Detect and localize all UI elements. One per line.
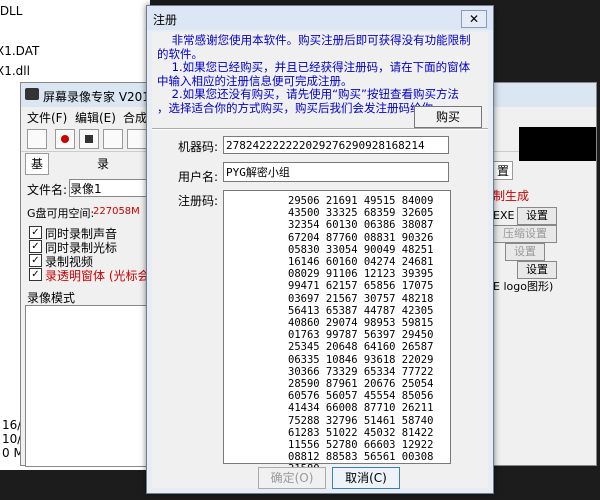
- register-dialog: 注册 ✕ 非常感谢您使用本软件。购买注册后即可获得没有功能限制 的软件。 1.如…: [146, 5, 494, 494]
- record-mode-list[interactable]: [25, 305, 152, 467]
- open-icon[interactable]: [27, 129, 47, 149]
- regcode-text: 29506 21691 49515 84009 43500 33325 6835…: [288, 195, 434, 475]
- settings-button-3[interactable]: 设置: [517, 261, 557, 279]
- record-audio-checkbox[interactable]: ✓: [29, 226, 42, 239]
- generate-label: 制生成: [493, 189, 530, 203]
- file-date-fragment: 10/: [2, 432, 22, 446]
- record-transparent-checkbox[interactable]: ✓: [29, 268, 42, 281]
- logo-label: E logo图形): [493, 280, 554, 293]
- username-field[interactable]: PYG解密小组: [223, 162, 449, 182]
- menu-file[interactable]: 文件(F): [27, 109, 67, 126]
- record-mode-label: 录像模式: [27, 291, 76, 305]
- registration-notice: 非常感谢您使用本软件。购买注册后即可获得没有功能限制 的软件。 1.如果您已经购…: [157, 33, 471, 115]
- dialog-body: 非常感谢您使用本软件。购买注册后即可获得没有功能限制 的软件。 1.如果您已经购…: [152, 32, 488, 489]
- record-transparent-label: 录透明窗体 (光标会闪: [45, 269, 162, 283]
- machine-code-field[interactable]: 278242222222029276290928168214: [223, 136, 449, 154]
- file-date-fragment: 16/: [2, 418, 22, 432]
- menu-edit[interactable]: 编辑(E): [75, 109, 116, 126]
- disk-space-label: G盘可用空间:: [27, 207, 95, 220]
- dialog-titlebar: 注册 ✕: [147, 6, 493, 30]
- right-tab[interactable]: 置: [493, 161, 514, 180]
- file-item[interactable]: .DLL: [0, 4, 22, 18]
- cancel-button[interactable]: 取消(C): [332, 467, 400, 489]
- buy-button[interactable]: 购买: [414, 106, 482, 128]
- exe-settings-button[interactable]: 设置: [517, 207, 557, 225]
- right-settings-panel: 置 制生成 EXE 设置 压缩设置 设置 设置 E logo图形): [491, 161, 596, 461]
- record-cursor-checkbox[interactable]: ✓: [29, 240, 42, 253]
- tab-record-target[interactable]: 录制目标: [91, 153, 116, 231]
- filename-input[interactable]: 录像1: [69, 179, 151, 197]
- exe-label: EXE: [493, 209, 515, 222]
- ok-button[interactable]: 确定(O): [258, 467, 326, 489]
- file-item[interactable]: X1.dll: [0, 64, 30, 78]
- tab-basic-settings[interactable]: 基本设置: [25, 153, 50, 231]
- record-icon[interactable]: [55, 129, 75, 149]
- toolbar-icon[interactable]: [103, 129, 123, 149]
- divider: [152, 128, 488, 130]
- stop-icon[interactable]: [79, 129, 99, 149]
- record-video-checkbox[interactable]: ✓: [29, 254, 42, 267]
- username-label: 用户名:: [178, 170, 219, 184]
- file-item[interactable]: X1.DAT: [0, 44, 39, 58]
- settings-button-2[interactable]: 设置: [505, 243, 545, 261]
- app-icon: [25, 88, 39, 100]
- compress-settings-button[interactable]: 压缩设置: [493, 225, 557, 243]
- close-icon[interactable]: ✕: [461, 10, 487, 28]
- record-dot-icon: [61, 135, 69, 143]
- machine-code-label: 机器码:: [178, 140, 219, 154]
- regcode-field[interactable]: 29506 21691 49515 84009 43500 33325 6835…: [223, 190, 451, 475]
- disk-space-value: 227058M: [93, 206, 140, 217]
- dialog-title: 注册: [153, 13, 178, 27]
- regcode-label: 注册码:: [178, 194, 219, 208]
- menu-compose[interactable]: 合成: [123, 109, 147, 126]
- app-title: 屏幕录像专家 V2016: [43, 90, 158, 104]
- stop-square-icon: [85, 135, 93, 143]
- filename-label: 文件名:: [27, 183, 68, 197]
- toolbar-icon[interactable]: [127, 129, 147, 149]
